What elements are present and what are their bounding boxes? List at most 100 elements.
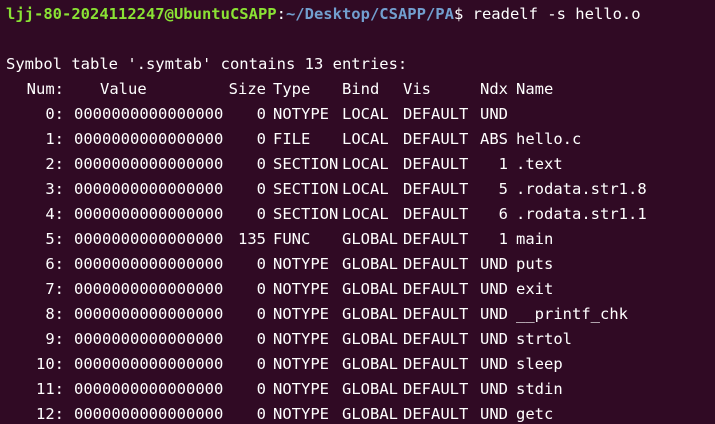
table-row: 1: 0000000000000000 0 FILE LOCAL DEFAULT ABS he… [0, 127, 715, 152]
cell-type: FILE [273, 130, 311, 148]
cell-value: 0000000000000000 [74, 205, 224, 223]
cell-bind: LOCAL [342, 105, 389, 123]
cell-ndx: UND [480, 380, 508, 398]
cell-type: NOTYPE [273, 255, 329, 273]
col-vis: Vis [403, 80, 431, 98]
col-bind: Bind [342, 80, 380, 98]
cell-type: SECTION [273, 180, 339, 198]
cell-size: 0 [256, 155, 266, 173]
cell-ndx: UND [480, 255, 508, 273]
cell-value: 0000000000000000 [74, 130, 224, 148]
prompt-user-host: ljj-80-2024112247@UbuntuCSAPP [6, 5, 277, 23]
cell-type: NOTYPE [273, 105, 329, 123]
cell-size: 135 [238, 230, 266, 248]
col-value: Value [100, 80, 147, 98]
column-header-row: Num: Value Size Type Bind Vis Ndx Name [0, 77, 715, 102]
cell-type: NOTYPE [273, 280, 329, 298]
cell-name: sleep [516, 355, 563, 373]
cell-name: .rodata.str1.1 [516, 205, 647, 223]
cell-bind: GLOBAL [342, 305, 398, 323]
cell-type: NOTYPE [273, 405, 329, 423]
cell-size: 0 [256, 355, 266, 373]
cell-bind: GLOBAL [342, 355, 398, 373]
cell-size: 0 [256, 255, 266, 273]
cell-num: 6: [45, 255, 64, 273]
cell-ndx: UND [480, 305, 508, 323]
cell-value: 0000000000000000 [74, 355, 224, 373]
cell-bind: GLOBAL [342, 380, 398, 398]
cell-size: 0 [256, 105, 266, 123]
cell-num: 3: [45, 180, 64, 198]
cell-size: 0 [256, 130, 266, 148]
table-row: 3: 0000000000000000 0 SECTION LOCAL DEFAULT 5.… [0, 177, 715, 202]
cell-bind: LOCAL [342, 180, 389, 198]
cell-name: main [516, 230, 554, 248]
cell-vis: DEFAULT [403, 155, 469, 173]
cell-num: 2: [45, 155, 64, 173]
cell-num: 7: [45, 280, 64, 298]
cell-name: .text [516, 155, 563, 173]
table-row: 4: 0000000000000000 0 SECTION LOCAL DEFAULT 6.… [0, 202, 715, 227]
cell-size: 0 [256, 280, 266, 298]
cell-num: 8: [45, 305, 64, 323]
cell-size: 0 [256, 205, 266, 223]
cell-vis: DEFAULT [403, 105, 469, 123]
cell-vis: DEFAULT [403, 330, 469, 348]
cell-vis: DEFAULT [403, 255, 469, 273]
cell-value: 0000000000000000 [74, 255, 224, 273]
cell-ndx: 1 [498, 155, 508, 173]
cell-vis: DEFAULT [403, 305, 469, 323]
cell-num: 10: [36, 355, 64, 373]
table-row: 7: 0000000000000000 0 NOTYPE GLOBAL DEFAULT UN… [0, 277, 715, 302]
cell-type: FUNC [273, 230, 311, 248]
cell-ndx: UND [480, 330, 508, 348]
cell-ndx: UND [480, 280, 508, 298]
cell-bind: GLOBAL [342, 405, 398, 423]
cell-type: SECTION [273, 205, 339, 223]
cell-name: hello.c [516, 130, 582, 148]
cell-type: NOTYPE [273, 305, 329, 323]
cell-vis: DEFAULT [403, 130, 469, 148]
table-row: 11: 0000000000000000 0 NOTYPE GLOBAL DEFAULT U… [0, 377, 715, 402]
col-name: Name [516, 80, 554, 98]
cell-bind: LOCAL [342, 130, 389, 148]
cell-vis: DEFAULT [403, 280, 469, 298]
prompt-path: ~/Desktop/CSAPP/PA [285, 5, 454, 23]
table-row: 0: 0000000000000000 0 NOTYPE LOCAL DEFAULT UND [0, 102, 715, 127]
cell-value: 0000000000000000 [74, 305, 224, 323]
cell-value: 0000000000000000 [74, 230, 224, 248]
cell-vis: DEFAULT [403, 380, 469, 398]
symtab-header: Symbol table '.symtab' contains 13 entri… [6, 55, 408, 73]
cell-vis: DEFAULT [403, 180, 469, 198]
cell-value: 0000000000000000 [74, 330, 224, 348]
cell-name: .rodata.str1.8 [516, 180, 647, 198]
cell-num: 5: [45, 230, 64, 248]
cell-name: strtol [516, 330, 572, 348]
cell-value: 0000000000000000 [74, 280, 224, 298]
cell-name: exit [516, 280, 554, 298]
cell-vis: DEFAULT [403, 205, 469, 223]
cell-num: 0: [45, 105, 64, 123]
cell-name: getc [516, 405, 554, 423]
terminal-window[interactable]: ljj-80-2024112247@UbuntuCSAPP:~/Desktop/… [0, 0, 715, 424]
cell-bind: LOCAL [342, 205, 389, 223]
cell-vis: DEFAULT [403, 355, 469, 373]
table-row: 12: 0000000000000000 0 NOTYPE GLOBAL DEFAULT U… [0, 402, 715, 424]
cell-num: 9: [45, 330, 64, 348]
cell-ndx: ABS [480, 130, 508, 148]
cell-bind: GLOBAL [342, 280, 398, 298]
cell-value: 0000000000000000 [74, 180, 224, 198]
cell-name: puts [516, 255, 554, 273]
cell-value: 0000000000000000 [74, 105, 224, 123]
cell-value: 0000000000000000 [74, 405, 224, 423]
cell-type: NOTYPE [273, 330, 329, 348]
cell-value: 0000000000000000 [74, 155, 224, 173]
command-text: readelf -s hello.o [463, 5, 641, 23]
table-row: 2: 0000000000000000 0 SECTION LOCAL DEFAULT 1.… [0, 152, 715, 177]
cell-num: 11: [36, 380, 64, 398]
col-size: Size [228, 80, 266, 98]
cell-size: 0 [256, 180, 266, 198]
table-row: 5: 0000000000000000 135 FUNC GLOBAL DEFAULT 1 m… [0, 227, 715, 252]
col-ndx: Ndx [480, 80, 508, 98]
cell-num: 4: [45, 205, 64, 223]
